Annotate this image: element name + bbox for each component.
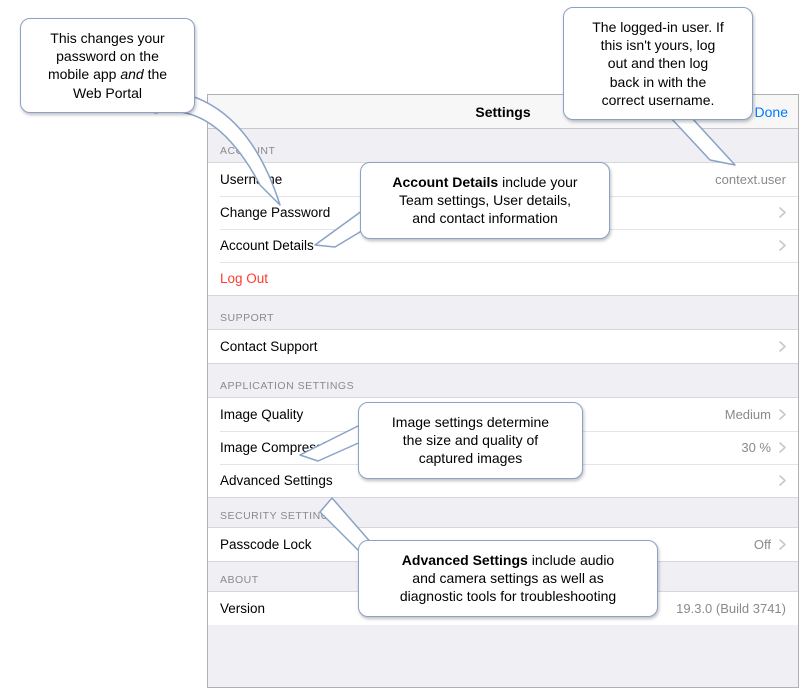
chevron-right-icon bbox=[779, 207, 786, 218]
image-quality-value: Medium bbox=[725, 407, 771, 422]
chevron-right-icon bbox=[779, 341, 786, 352]
username-value: context.user bbox=[715, 172, 786, 187]
section-header-app: APPLICATION SETTINGS bbox=[208, 364, 798, 397]
chevron-right-icon bbox=[779, 539, 786, 550]
row-contact-support[interactable]: Contact Support bbox=[208, 330, 798, 363]
username-label: Username bbox=[220, 172, 282, 187]
section-header-support: SUPPORT bbox=[208, 296, 798, 329]
callout-user: The logged-in user. If this isn't yours,… bbox=[563, 7, 753, 120]
section-support: Contact Support bbox=[208, 329, 798, 364]
chevron-right-icon bbox=[779, 409, 786, 420]
callout-advanced-settings: Advanced Settings include audio and came… bbox=[358, 540, 658, 617]
version-label: Version bbox=[220, 601, 265, 616]
done-button[interactable]: Done bbox=[755, 95, 788, 129]
advanced-settings-label: Advanced Settings bbox=[220, 473, 333, 488]
contact-support-label: Contact Support bbox=[220, 339, 318, 354]
image-compression-label: Image Compression bbox=[220, 440, 341, 455]
callout-account-details: Account Details include your Team settin… bbox=[360, 162, 610, 239]
account-details-label: Account Details bbox=[220, 238, 314, 253]
change-password-label: Change Password bbox=[220, 205, 330, 220]
chevron-right-icon bbox=[779, 240, 786, 251]
section-header-account: ACCOUNT bbox=[208, 129, 798, 162]
chevron-right-icon bbox=[779, 442, 786, 453]
image-compression-value: 30 % bbox=[741, 440, 771, 455]
callout-image-settings: Image settings determine the size and qu… bbox=[358, 402, 583, 479]
passcode-lock-label: Passcode Lock bbox=[220, 537, 312, 552]
row-log-out[interactable]: Log Out bbox=[208, 262, 798, 295]
version-value: 19.3.0 (Build 3741) bbox=[676, 601, 786, 616]
chevron-right-icon bbox=[779, 475, 786, 486]
log-out-label: Log Out bbox=[220, 271, 268, 286]
passcode-lock-value: Off bbox=[754, 537, 771, 552]
image-quality-label: Image Quality bbox=[220, 407, 303, 422]
callout-password: This changes your password on the mobile… bbox=[20, 18, 195, 113]
section-header-security: SECURITY SETTINGS bbox=[208, 498, 798, 527]
